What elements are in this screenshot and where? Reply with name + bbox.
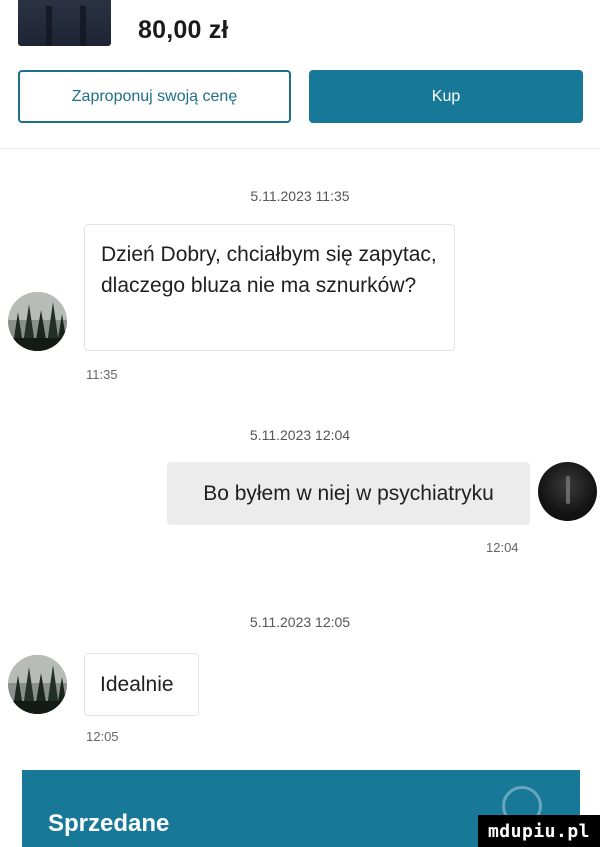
buy-button[interactable]: Kup <box>309 70 583 123</box>
message-bubble-incoming: Idealnie <box>84 653 199 716</box>
product-price: 80,00 zł <box>138 16 229 44</box>
dark-avatar-icon[interactable] <box>538 462 597 521</box>
message-date: 5.11.2023 11:35 <box>250 188 350 204</box>
message-time: 12:04 <box>486 540 519 555</box>
message-date: 5.11.2023 12:04 <box>249 427 351 443</box>
message-bubble-outgoing: Bo byłem w niej w psychiatryku <box>167 462 530 525</box>
message-time: 11:35 <box>86 367 118 382</box>
divider <box>0 148 600 149</box>
product-thumbnail[interactable] <box>18 0 111 46</box>
forest-avatar-icon[interactable] <box>8 292 67 351</box>
message-bubble-incoming: Dzień Dobry, chciałbym się zapytac, dlac… <box>84 224 455 351</box>
sold-label: Sprzedane <box>48 810 170 837</box>
message-date: 5.11.2023 12:05 <box>249 614 351 630</box>
message-time: 12:05 <box>86 729 119 744</box>
forest-avatar-icon[interactable] <box>8 655 67 714</box>
watermark-logo: mdupiu.pl <box>478 815 600 847</box>
make-offer-button[interactable]: Zaproponuj swoją cenę <box>18 70 291 123</box>
